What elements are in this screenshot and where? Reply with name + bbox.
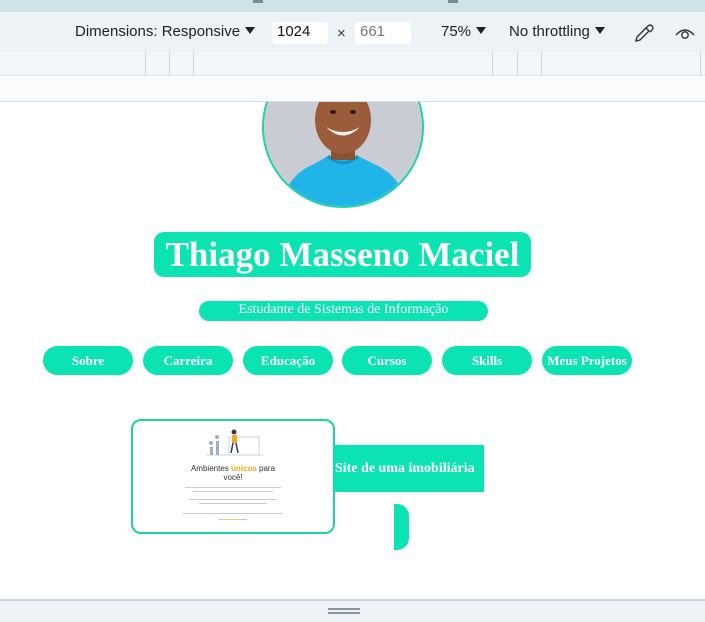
- resize-grip-icon[interactable]: [328, 608, 360, 610]
- throttling-dropdown[interactable]: No throttling: [509, 23, 605, 40]
- ruler-mark: [541, 52, 542, 76]
- nav-sobre[interactable]: Sobre: [43, 346, 133, 375]
- thumbnail-title-line2: você!: [223, 473, 243, 482]
- nav-cursos[interactable]: Cursos: [342, 346, 432, 375]
- profile-photo: [262, 102, 424, 208]
- thumbnail-divider: [183, 513, 283, 514]
- dimension-separator: ×: [337, 25, 346, 42]
- ruler-mark: [492, 52, 493, 76]
- dimensions-dropdown[interactable]: Dimensions: Responsive: [75, 23, 256, 40]
- throttling-label: No throttling: [509, 23, 590, 40]
- thumbnail-text-line: [185, 487, 281, 488]
- zoom-dropdown[interactable]: 75%: [441, 23, 487, 40]
- thumbnail-footer-line: [219, 519, 247, 520]
- nav-carreira[interactable]: Carreira: [143, 346, 233, 375]
- ruler-mark: [700, 52, 701, 76]
- width-input[interactable]: 1024: [272, 22, 328, 44]
- strip-tick: [253, 0, 263, 3]
- page-viewport: Thiago Masseno Maciel Estudante de Siste…: [0, 102, 705, 599]
- illustration-icon: [207, 429, 263, 456]
- thumbnail-text-line: [189, 499, 277, 500]
- ruler-mark: [145, 52, 146, 76]
- device-toolbar: Dimensions: Responsive 1024 × 661 75% No…: [0, 12, 705, 52]
- media-query-ruler: [0, 52, 705, 76]
- thumbnail-title-accent: únicos: [231, 464, 257, 473]
- ruler-mark: [193, 52, 194, 76]
- caret-down-icon: [476, 27, 487, 34]
- caret-down-icon: [245, 27, 256, 34]
- profile-subtitle: Estudante de Sistemas de Informação: [199, 301, 488, 321]
- dimensions-label: Dimensions: Responsive: [75, 23, 241, 40]
- resize-bar[interactable]: [0, 599, 705, 622]
- eye-icon[interactable]: [672, 20, 698, 46]
- ruler-mark: [169, 52, 170, 76]
- main-nav: Sobre Carreira Educação Cursos Skills Me…: [43, 346, 643, 375]
- window-top-strip: [0, 0, 705, 12]
- zoom-label: 75%: [441, 23, 472, 40]
- strip-tick: [448, 0, 458, 3]
- thumbnail-title-suffix: para: [259, 464, 276, 473]
- nav-skills[interactable]: Skills: [442, 346, 532, 375]
- caret-down-icon: [594, 27, 605, 34]
- thumbnail-heading: Ambientes únicos para você!: [133, 464, 333, 482]
- ruler-mark: [517, 52, 518, 76]
- project-title[interactable]: Site de uma imobiliária: [334, 445, 484, 492]
- resize-grip-icon[interactable]: [328, 612, 360, 614]
- nav-educacao[interactable]: Educação: [243, 346, 333, 375]
- nav-meus-projetos[interactable]: Meus Projetos: [542, 346, 632, 375]
- ruler-spacer: [0, 77, 705, 102]
- thumbnail-text-line: [199, 503, 267, 504]
- project-thumbnail[interactable]: Ambientes únicos para você!: [131, 419, 335, 534]
- project-link-button[interactable]: [394, 504, 409, 550]
- profile-name: Thiago Masseno Maciel: [154, 232, 531, 277]
- thumbnail-text-line: [193, 491, 273, 492]
- height-input[interactable]: 661: [355, 22, 411, 44]
- thumbnail-title-prefix: Ambientes: [190, 464, 229, 473]
- eyedropper-icon[interactable]: [630, 20, 656, 46]
